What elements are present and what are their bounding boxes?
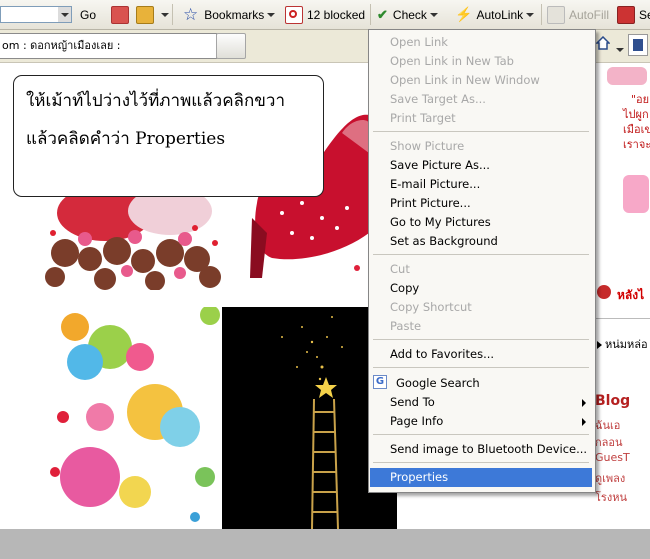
menu-email-picture[interactable]: E-mail Picture... [370, 175, 592, 194]
send-icon [617, 5, 635, 24]
submenu-arrow-icon [582, 418, 586, 426]
send-to-button[interactable]: Se [617, 5, 650, 24]
bookmarks-label: Bookmarks [204, 7, 265, 22]
menu-separator [373, 367, 589, 368]
menu-page-info[interactable]: Page Info [370, 412, 592, 431]
menu-set-as-background[interactable]: Set as Background [370, 232, 592, 251]
menu-send-image-bluetooth[interactable]: Send image to Bluetooth Device... [370, 440, 592, 459]
menu-copy[interactable]: Copy [370, 279, 592, 298]
pink-shoe-image [623, 175, 649, 213]
popup-blocker-button[interactable]: 12 blocked [285, 5, 365, 24]
toolbar-separator [172, 4, 173, 25]
tag-icon [111, 5, 129, 24]
toolbar-button-2[interactable] [136, 5, 169, 24]
spellcheck-button[interactable]: ✔ Check [377, 5, 438, 24]
instruction-callout: ให้เม้าท์ไปว่างไว้ที่ภาพแล้วคลิกขวา แล้ว… [13, 75, 324, 197]
autofill-button[interactable]: AutoFill [547, 5, 609, 24]
autofill-icon [547, 5, 565, 24]
menu-separator [373, 462, 589, 463]
magic-wand-icon: ⚡ [455, 6, 473, 22]
menu-add-to-favorites[interactable]: Add to Favorites... [370, 345, 592, 364]
menu-print-picture[interactable]: Print Picture... [370, 194, 592, 213]
right-divider [595, 318, 650, 319]
nav-link[interactable]: หน่มหล่อ [605, 335, 648, 353]
menu-google-search[interactable]: Google Search [370, 374, 592, 393]
submenu-arrow-icon [582, 399, 586, 407]
toolbar-separator [541, 4, 542, 25]
menu-separator [373, 339, 589, 340]
new-tab-button[interactable] [216, 33, 246, 59]
menu-go-to-my-pictures[interactable]: Go to My Pictures [370, 213, 592, 232]
menu-separator [373, 434, 589, 435]
menu-separator [373, 131, 589, 132]
chevron-down-icon [429, 12, 438, 17]
blocked-label: 12 blocked [307, 7, 366, 22]
chevron-down-icon [267, 12, 276, 17]
menu-open-link-new-window[interactable]: Open Link in New Window [370, 71, 592, 90]
menu-show-picture[interactable]: Show Picture [370, 137, 592, 156]
blog-link-3[interactable]: GuesT [595, 451, 630, 464]
menu-save-picture-as[interactable]: Save Picture As... [370, 156, 592, 175]
menu-open-link-new-tab[interactable]: Open Link in New Tab [370, 52, 592, 71]
feed-icon [633, 39, 643, 51]
spellcheck-icon: ✔ [377, 6, 388, 22]
right-heart-text: หลังไ [617, 288, 645, 302]
menu-properties[interactable]: Properties [370, 468, 592, 487]
play-arrow-icon [597, 341, 602, 349]
blog-link-5[interactable]: โรงหน [595, 488, 627, 506]
menu-separator [373, 254, 589, 255]
menu-copy-shortcut[interactable]: Copy Shortcut [370, 298, 592, 317]
bookmarks-button[interactable]: ☆ Bookmarks [183, 4, 276, 24]
context-menu: Open Link Open Link in New Tab Open Link… [368, 29, 596, 493]
page-tab-title: om : ดอกหญ้าเมืองเลย : [2, 39, 121, 52]
search-box-dropdown[interactable] [0, 5, 72, 24]
bunny-image [607, 67, 647, 85]
popup-blocked-icon [285, 5, 303, 24]
send-label: Se [639, 7, 650, 22]
toolbar-separator [370, 4, 371, 25]
callout-line-1: ให้เม้าท์ไปว่างไว้ที่ภาพแล้วคลิกขวา [26, 91, 285, 111]
bottom-bar [0, 529, 650, 559]
menu-save-target-as[interactable]: Save Target As... [370, 90, 592, 109]
chevron-down-icon [161, 12, 169, 17]
autolink-button[interactable]: ⚡ AutoLink [455, 5, 535, 24]
toolbar: Go ☆ Bookmarks 12 blocked ✔ Check ⚡ Auto… [0, 0, 650, 30]
menu-print-target[interactable]: Print Target [370, 109, 592, 128]
go-label: Go [80, 7, 97, 22]
blog-link-2[interactable]: กลอน [595, 433, 623, 451]
menu-send-to[interactable]: Send To [370, 393, 592, 412]
menu-open-link[interactable]: Open Link [370, 33, 592, 52]
toolbar-button-1[interactable] [111, 5, 133, 24]
heart-icon [597, 285, 611, 299]
blog-link-4[interactable]: ดูเพลง [595, 469, 625, 487]
chevron-down-icon[interactable] [616, 41, 624, 55]
chevron-down-icon [526, 12, 535, 17]
puzzle-icon [136, 5, 154, 24]
home-icon[interactable] [595, 35, 611, 50]
blog-link-1[interactable]: ฉันเอ [595, 416, 620, 434]
go-button[interactable]: Go [80, 5, 96, 24]
menu-paste[interactable]: Paste [370, 317, 592, 336]
right-text-4: เราจะ [623, 138, 650, 151]
callout-line-2: แล้วคลิดคำว่า Properties [26, 129, 226, 149]
autofill-label: AutoFill [569, 7, 610, 22]
page-tab[interactable]: om : ดอกหญ้าเมืองเลย : [0, 33, 217, 59]
right-column: "อย ไปผูก เมือเข เราจะ หลังไ หน่มหล่อ Bl… [595, 63, 650, 529]
autolink-label: AutoLink [476, 7, 524, 22]
hope-blood-you-image[interactable] [45, 307, 223, 529]
check-label: Check [392, 7, 427, 22]
chevron-down-icon [60, 12, 69, 17]
blog-title: Blog [595, 393, 631, 409]
feed-button[interactable] [628, 34, 648, 56]
star-icon: ☆ [183, 4, 199, 24]
menu-cut[interactable]: Cut [370, 260, 592, 279]
